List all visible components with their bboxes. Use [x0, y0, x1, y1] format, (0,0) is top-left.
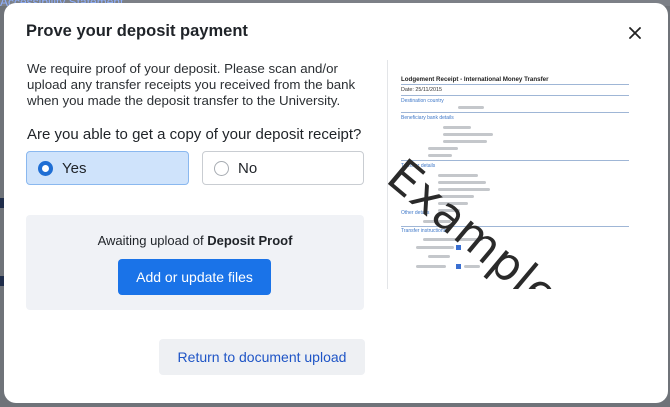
receipt-blurred-line	[443, 140, 487, 143]
radio-checked-icon[interactable]	[38, 160, 53, 176]
receipt-section: Destination country	[401, 98, 444, 104]
receipt-blurred-line	[443, 126, 471, 129]
receipt-blurred-line	[428, 154, 452, 157]
deposit-proof-dialog: Prove your deposit payment We require pr…	[4, 3, 668, 403]
option-no[interactable]: No	[202, 151, 364, 185]
receipt-question: Are you able to get a copy of your depos…	[27, 126, 362, 143]
example-watermark: Example	[387, 148, 571, 289]
receipt-blurred-line	[428, 147, 458, 150]
receipt-date: Date: 25/11/2015	[401, 87, 442, 93]
upload-panel: Awaiting upload of Deposit Proof Add or …	[26, 215, 364, 310]
receipt-blurred-line	[428, 255, 450, 258]
receipt-title: Lodgement Receipt - International Money …	[401, 76, 549, 83]
option-yes-label: Yes	[62, 159, 87, 177]
receipt-rule	[401, 112, 629, 113]
intro-text: We require proof of your deposit. Please…	[27, 61, 356, 108]
option-yes[interactable]: Yes	[26, 151, 189, 185]
receipt-blurred-line	[416, 265, 446, 268]
add-files-button[interactable]: Add or update files	[118, 259, 271, 295]
return-button[interactable]: Return to document upload	[159, 339, 365, 375]
receipt-section: Beneficiary bank details	[401, 115, 454, 121]
close-icon[interactable]	[629, 27, 641, 39]
upload-status-item: Deposit Proof	[207, 233, 293, 248]
close-button[interactable]	[624, 22, 646, 44]
dialog-title: Prove your deposit payment	[26, 22, 248, 40]
receipt-blurred-line	[443, 133, 493, 136]
radio-unchecked-icon[interactable]	[214, 160, 229, 176]
upload-status: Awaiting upload of Deposit Proof	[26, 233, 364, 248]
upload-status-prefix: Awaiting upload of	[97, 233, 204, 248]
example-receipt-image: Lodgement Receipt - International Money …	[387, 60, 632, 289]
option-no-label: No	[238, 159, 258, 177]
receipt-rule	[401, 160, 629, 161]
receipt-rule	[401, 95, 629, 96]
receipt-checkbox	[456, 264, 461, 269]
receipt-blurred-line	[458, 106, 484, 109]
receipt-rule	[401, 84, 629, 85]
